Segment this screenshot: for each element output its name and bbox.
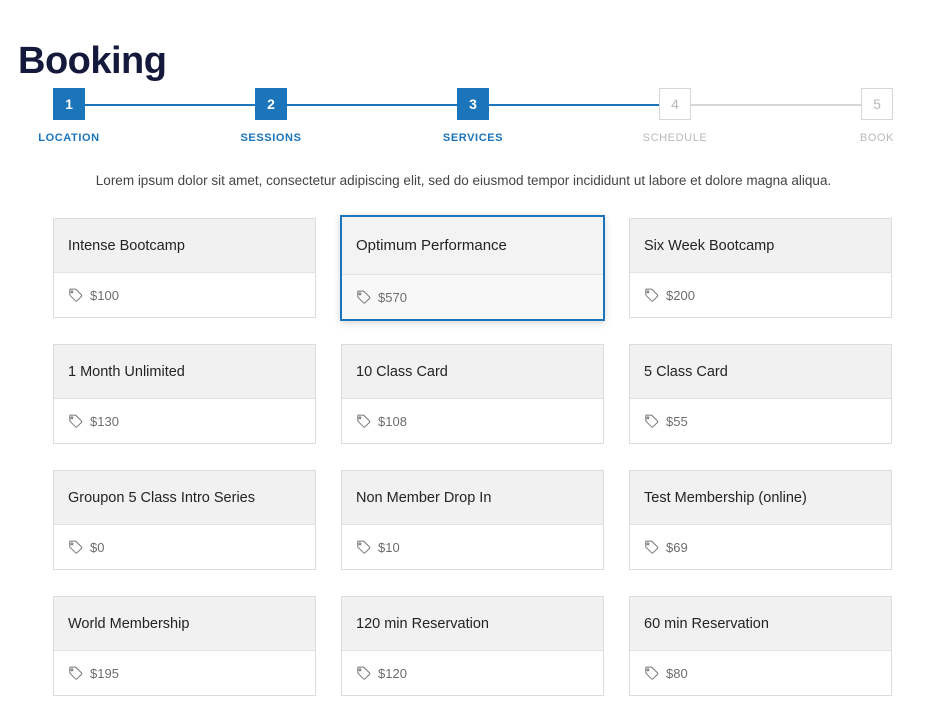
service-card-header: Groupon 5 Class Intro Series xyxy=(54,471,315,525)
service-name: 60 min Reservation xyxy=(644,615,769,632)
service-card-body: $195 xyxy=(54,651,315,696)
service-name: Optimum Performance xyxy=(356,236,507,254)
service-card[interactable]: World Membership $195 xyxy=(53,596,316,696)
service-price: $0 xyxy=(90,540,105,555)
service-card-body: $10 xyxy=(342,525,603,570)
stepper-label-location[interactable]: LOCATION xyxy=(38,132,99,144)
service-card[interactable]: Groupon 5 Class Intro Series $0 xyxy=(53,470,316,570)
service-card[interactable]: 5 Class Card $55 xyxy=(629,344,892,444)
tag-icon xyxy=(645,666,659,680)
service-card[interactable]: 120 min Reservation $120 xyxy=(341,596,604,696)
service-price: $130 xyxy=(90,414,119,429)
tag-icon xyxy=(645,414,659,428)
service-card-header: Test Membership (online) xyxy=(630,471,891,525)
service-card-selected[interactable]: Optimum Performance $570 xyxy=(340,215,605,321)
stepper-step-sessions[interactable]: 2 xyxy=(255,88,287,120)
service-card-header: 60 min Reservation xyxy=(630,597,891,651)
service-name: 1 Month Unlimited xyxy=(68,363,185,380)
stepper-step-services[interactable]: 3 xyxy=(457,88,489,120)
service-name: 5 Class Card xyxy=(644,363,728,380)
service-name: Six Week Bootcamp xyxy=(644,237,775,254)
tag-icon xyxy=(645,288,659,302)
service-card-header: 5 Class Card xyxy=(630,345,891,399)
stepper-label-book[interactable]: BOOK xyxy=(860,132,894,144)
service-card-header: Intense Bootcamp xyxy=(54,219,315,273)
stepper-step-book[interactable]: 5 xyxy=(861,88,893,120)
service-card-body: $69 xyxy=(630,525,891,570)
service-name: 120 min Reservation xyxy=(356,615,489,632)
service-card-header: World Membership xyxy=(54,597,315,651)
service-card-body: $80 xyxy=(630,651,891,696)
service-price: $570 xyxy=(378,289,407,305)
stepper-connector xyxy=(691,104,861,106)
tag-icon xyxy=(357,290,371,304)
service-card[interactable]: 10 Class Card $108 xyxy=(341,344,604,444)
service-card-body: $120 xyxy=(342,651,603,696)
service-name: World Membership xyxy=(68,615,190,632)
booking-page: Booking 1 2 3 4 5 LOCATION SESSIONS SERVICES SC… xyxy=(0,0,927,701)
service-card-body: $570 xyxy=(342,275,603,319)
service-name: Intense Bootcamp xyxy=(68,237,185,254)
service-card[interactable]: Intense Bootcamp $100 xyxy=(53,218,316,318)
stepper-track: 1 2 3 4 5 xyxy=(53,88,893,120)
intro-text: Lorem ipsum dolor sit amet, consectetur … xyxy=(95,173,832,188)
service-price: $10 xyxy=(378,540,400,555)
service-card-header: Optimum Performance xyxy=(342,217,603,275)
booking-stepper: 1 2 3 4 5 LOCATION SESSIONS SERVICES SCHEDULE BO… xyxy=(38,88,894,150)
service-card-body: $0 xyxy=(54,525,315,570)
tag-icon xyxy=(357,540,371,554)
stepper-connector xyxy=(287,104,457,106)
service-price: $100 xyxy=(90,288,119,303)
service-price: $195 xyxy=(90,666,119,681)
service-card-body: $200 xyxy=(630,273,891,318)
service-card-header: 1 Month Unlimited xyxy=(54,345,315,399)
service-card[interactable]: Test Membership (online) $69 xyxy=(629,470,892,570)
service-name: Groupon 5 Class Intro Series xyxy=(68,489,255,506)
tag-icon xyxy=(69,540,83,554)
stepper-label-services[interactable]: SERVICES xyxy=(443,132,503,144)
service-price: $69 xyxy=(666,540,688,555)
service-card[interactable]: 1 Month Unlimited $130 xyxy=(53,344,316,444)
service-card[interactable]: Non Member Drop In $10 xyxy=(341,470,604,570)
service-price: $80 xyxy=(666,666,688,681)
service-card-body: $130 xyxy=(54,399,315,444)
tag-icon xyxy=(645,540,659,554)
service-card[interactable]: Six Week Bootcamp $200 xyxy=(629,218,892,318)
stepper-label-sessions[interactable]: SESSIONS xyxy=(240,132,301,144)
stepper-step-location[interactable]: 1 xyxy=(53,88,85,120)
tag-icon xyxy=(69,288,83,302)
services-grid: Intense Bootcamp $100 Optimum Performance $… xyxy=(53,215,892,696)
service-name: Test Membership (online) xyxy=(644,489,807,506)
tag-icon xyxy=(69,666,83,680)
service-card-header: 10 Class Card xyxy=(342,345,603,399)
stepper-connector xyxy=(85,104,255,106)
service-price: $108 xyxy=(378,414,407,429)
tag-icon xyxy=(357,414,371,428)
service-card[interactable]: 60 min Reservation $80 xyxy=(629,596,892,696)
page-title: Booking xyxy=(18,40,167,83)
service-name: Non Member Drop In xyxy=(356,489,492,506)
tag-icon xyxy=(69,414,83,428)
service-card-body: $55 xyxy=(630,399,891,444)
service-card-header: 120 min Reservation xyxy=(342,597,603,651)
service-card-header: Non Member Drop In xyxy=(342,471,603,525)
stepper-step-schedule[interactable]: 4 xyxy=(659,88,691,120)
service-card-body: $100 xyxy=(54,273,315,318)
service-card-body: $108 xyxy=(342,399,603,444)
service-price: $200 xyxy=(666,288,695,303)
stepper-connector xyxy=(489,104,659,106)
tag-icon xyxy=(357,666,371,680)
service-card-header: Six Week Bootcamp xyxy=(630,219,891,273)
stepper-label-schedule[interactable]: SCHEDULE xyxy=(643,132,708,144)
service-name: 10 Class Card xyxy=(356,363,448,380)
service-price: $55 xyxy=(666,414,688,429)
service-price: $120 xyxy=(378,666,407,681)
